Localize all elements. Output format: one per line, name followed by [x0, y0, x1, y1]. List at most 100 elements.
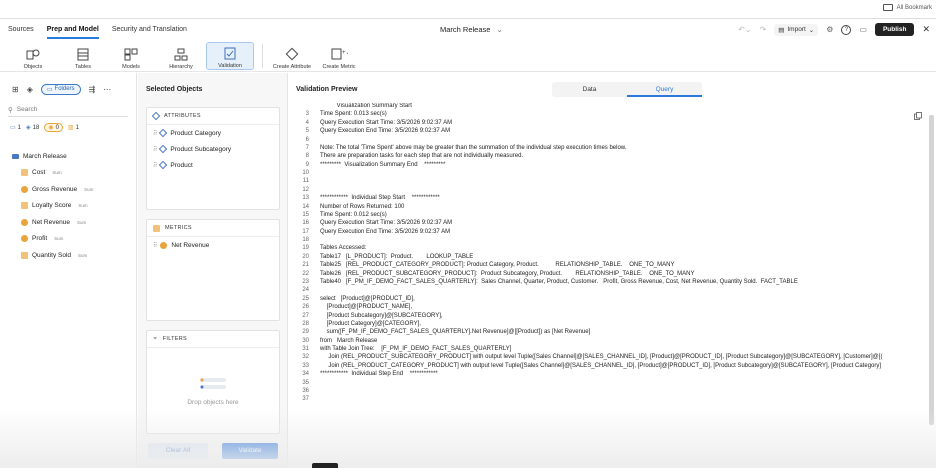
import-icon: ▤ — [778, 26, 785, 34]
scrollbar[interactable] — [929, 115, 934, 425]
line-number: 15 — [302, 211, 309, 218]
filter-drop-zone[interactable]: Drop objects here — [147, 351, 279, 431]
line-number: 30 — [302, 337, 309, 344]
clear-all-button[interactable]: Clear All — [148, 443, 208, 459]
tree-root[interactable]: March Release — [0, 148, 136, 165]
line-number: 37 — [302, 396, 309, 403]
count-attributes[interactable]: ◈ 18 — [26, 124, 39, 132]
metric-icon — [21, 202, 28, 210]
line-text: with Table Join Tree: [F_PM_IF_DEMO_FACT… — [320, 346, 512, 353]
attribute-icon: ◈ — [26, 125, 31, 131]
search-icon: ⚲ — [8, 106, 13, 114]
create-attribute-icon — [285, 47, 299, 61]
line-number: 6 — [305, 136, 309, 143]
count-tables[interactable]: ▭ 1 — [10, 124, 22, 132]
tree-item-quantity-sold[interactable]: Quantity Sold Sum — [0, 247, 136, 264]
tool-validation-label: Validation — [218, 63, 242, 69]
tree-item-gross-revenue[interactable]: Gross Revenue Sum — [0, 181, 136, 198]
tree-item-loyalty-score[interactable]: Loyalty Score Sum — [0, 198, 136, 215]
metric-icon — [153, 224, 160, 232]
tab-query[interactable]: Query — [627, 82, 702, 97]
line-number: 34 — [302, 371, 309, 378]
diamond-view-icon[interactable]: ◈ — [27, 85, 33, 94]
tool-create-metric[interactable]: +⌄ Create Metric — [321, 42, 357, 70]
selected-attribute[interactable]: ⠿ Product Subcategory — [147, 141, 279, 157]
line-number: 10 — [302, 170, 309, 177]
count-hierarchies[interactable]: ▥ 1 — [68, 124, 79, 132]
tab-security-and-translation[interactable]: Security and Translation — [112, 20, 187, 39]
attributes-box[interactable]: ATTRIBUTES ⠿ Product Category ⠿ Product Su… — [146, 107, 280, 210]
drag-handle-icon[interactable]: ⠿ — [153, 130, 158, 137]
line-number: 22 — [302, 270, 309, 277]
line-text: Table25 [REL_PRODUCT_CATEGORY_PRODUCT]: … — [320, 262, 675, 269]
agg-badge: Sum — [54, 236, 64, 242]
tree-item-label: Gross Revenue — [32, 185, 78, 193]
line-text: ************ Individual Step End *******… — [320, 371, 438, 378]
metrics-box[interactable]: METRICS ⠿ Net Revenue — [146, 219, 280, 321]
filters-box[interactable]: ⏷ FILTERS Drop objects here — [146, 330, 280, 434]
line-text: sum([F_PM_IF_DEMO_FACT_SALES_QUARTERLY].… — [320, 329, 591, 336]
query-line: 35 — [289, 380, 320, 388]
folders-toggle[interactable]: ▭ Folders — [40, 83, 81, 95]
drag-handle-icon[interactable]: ⠿ — [153, 146, 158, 153]
validate-button[interactable]: Validate — [222, 443, 278, 459]
bookmarks-bar[interactable]: All Bookmark — [882, 4, 932, 11]
count-tables-value: 1 — [17, 124, 22, 131]
filter-icon: ⏷ — [153, 335, 158, 342]
drag-handle-icon[interactable]: ⠿ — [153, 162, 158, 169]
list-options-icon[interactable]: ⇶ — [89, 85, 96, 94]
tool-objects[interactable]: Objects — [18, 42, 48, 70]
undo-icon[interactable]: ↶⌄ — [738, 25, 751, 34]
taskbar-item[interactable] — [312, 463, 338, 468]
selected-attribute[interactable]: ⠿ Product — [147, 157, 279, 173]
toolbar-divider — [262, 44, 263, 68]
document-title[interactable]: March Release ⌄ — [440, 20, 503, 39]
tree-item-profit[interactable]: Profit Sum — [0, 231, 136, 248]
line-number: 26 — [302, 304, 309, 311]
line-number: 35 — [302, 379, 309, 386]
tree-item-net-revenue[interactable]: Net Revenue Sum — [0, 214, 136, 231]
line-number: 31 — [302, 346, 309, 353]
tool-create-attribute[interactable]: Create Attribute — [272, 42, 312, 70]
save-icon[interactable]: ▭ — [859, 25, 867, 34]
query-line: 36 — [289, 388, 320, 396]
attribute-icon — [159, 128, 168, 138]
agg-badge: Sum — [78, 203, 88, 209]
count-metrics[interactable]: ◉ 0 — [44, 123, 63, 132]
tool-tables[interactable]: Tables — [68, 42, 98, 70]
more-icon[interactable]: ⋯ — [103, 85, 111, 94]
selected-attribute[interactable]: ⠿ Product Category — [147, 125, 279, 141]
query-line: 25 select [Product]@[PRODUCT_ID], — [289, 296, 414, 304]
bookmarks-label: All Bookmark — [896, 4, 932, 11]
object-tree: March Release Cost Sum Gross Revenue Sum L… — [0, 148, 136, 264]
toolbar: Objects Tables Models Hierarchy Validati… — [0, 40, 936, 72]
line-number: 11 — [302, 178, 309, 185]
drag-handle-icon[interactable]: ⠿ — [153, 242, 158, 249]
metric-icon — [21, 185, 28, 193]
tab-sources[interactable]: Sources — [8, 20, 34, 39]
tool-validation[interactable]: Validation — [206, 42, 254, 70]
chevron-down-icon: ⌄ — [496, 25, 503, 34]
table-view-icon[interactable]: ⊞ — [12, 85, 19, 94]
tool-hierarchy[interactable]: Hierarchy — [164, 42, 198, 70]
publish-button[interactable]: Publish — [874, 23, 915, 36]
tool-tables-label: Tables — [75, 64, 91, 70]
redo-icon[interactable]: ↷ — [760, 25, 767, 34]
query-line: 33 Join (REL_PRODUCT_CATEGORY_PRODUCT] w… — [289, 363, 881, 371]
import-button[interactable]: ▤ Import ⌄ — [774, 23, 819, 36]
tab-prep-and-model[interactable]: Prep and Model — [46, 20, 99, 39]
tab-data[interactable]: Data — [552, 82, 627, 97]
query-text[interactable]: Visualization Summary Start 3 Time Spent: … — [289, 103, 925, 467]
filters-header: ⏷ FILTERS — [147, 331, 279, 348]
tool-objects-label: Objects — [23, 64, 43, 70]
query-line: 30 from March Release — [289, 338, 377, 346]
tree-item-cost[interactable]: Cost Sum — [0, 165, 136, 182]
close-icon[interactable]: ✕ — [922, 24, 930, 35]
query-line: 16 Query Execution Start Time: 3/5/2026 9… — [289, 220, 452, 228]
selected-metric[interactable]: ⠿ Net Revenue — [147, 237, 279, 253]
help-icon[interactable]: ? — [841, 24, 852, 35]
search-field[interactable]: ⚲ Search — [8, 103, 128, 117]
tool-models[interactable]: Models — [116, 42, 146, 70]
gear-icon[interactable]: ⚙ — [826, 25, 833, 34]
objects-icon — [26, 49, 40, 60]
